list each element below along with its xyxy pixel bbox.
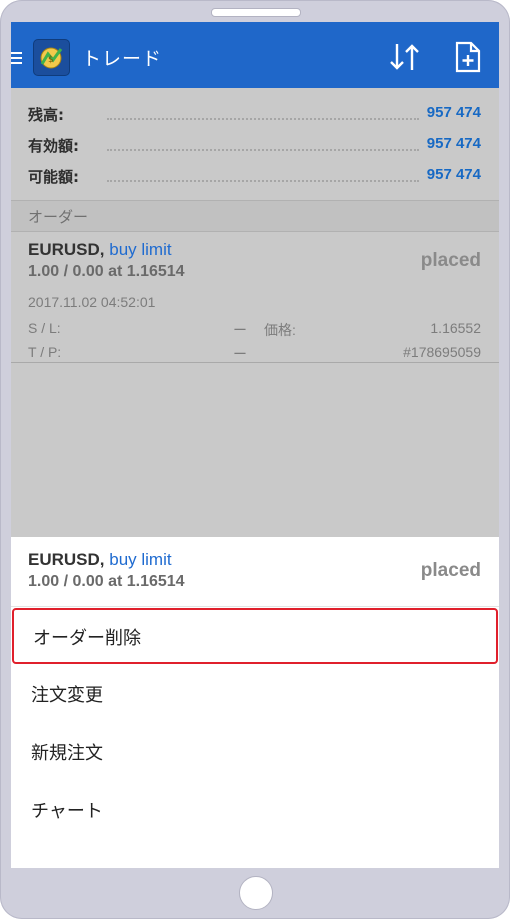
balance-value: 957 474	[426, 104, 481, 121]
menu-item-label: 新規注文	[31, 743, 103, 764]
price-value: 1.16552	[430, 320, 481, 336]
menu-header-status: placed	[420, 560, 481, 581]
free-margin-value: 957 474	[426, 166, 481, 183]
orders-section-header: オーダー	[11, 200, 499, 232]
tp-value: ー	[233, 346, 247, 362]
page-title: トレード	[82, 48, 163, 70]
order-type: buy limit	[109, 240, 172, 259]
dotted-leader	[107, 118, 419, 120]
svg-text:$: $	[48, 55, 54, 65]
menu-header-symbol: EURUSD, buy limit	[28, 550, 172, 570]
screen: $ トレード 残高: 957 474 有効額: 957 474 可能額: 957…	[11, 22, 499, 868]
tp-label: T / P:	[28, 344, 62, 360]
equity-row: 有効額: 957 474	[11, 131, 499, 159]
menu-item-label: 注文変更	[31, 685, 103, 706]
app-toolbar: $ トレード	[11, 22, 499, 88]
order-status: placed	[420, 250, 481, 271]
menu-header-symbol-name: EURUSD,	[28, 550, 105, 569]
free-margin-label: 可能額:	[28, 168, 79, 186]
order-symbol: EURUSD, buy limit	[28, 240, 172, 260]
order-symbol-name: EURUSD,	[28, 240, 105, 259]
menu-item-modify-order[interactable]: 注文変更	[12, 667, 497, 719]
order-time: 2017.11.02 04:52:01	[28, 294, 156, 310]
menu-icon[interactable]	[11, 51, 23, 65]
trade-content: 残高: 957 474 有効額: 957 474 可能額: 957 474 オー…	[11, 88, 499, 537]
order-volume: 1.00 / 0.00 at 1.16514	[28, 263, 185, 280]
menu-item-label: オーダー削除	[33, 628, 141, 649]
sl-label: S / L:	[28, 320, 61, 336]
free-margin-row: 可能額: 957 474	[11, 162, 499, 190]
balance-label: 残高:	[28, 106, 64, 124]
order-ticket: #178695059	[403, 344, 481, 360]
dotted-leader	[107, 180, 419, 182]
dotted-leader	[107, 149, 419, 151]
order-row[interactable]: EURUSD, buy limit 1.00 / 0.00 at 1.16514…	[11, 232, 499, 363]
sort-icon[interactable]	[388, 40, 422, 74]
menu-item-delete-order[interactable]: オーダー削除	[12, 608, 498, 664]
menu-item-label: チャート	[31, 801, 103, 822]
balance-row: 残高: 957 474	[11, 100, 499, 128]
home-button[interactable]	[239, 876, 273, 910]
sl-value: ー	[233, 322, 247, 338]
menu-item-new-order[interactable]: 新規注文	[12, 725, 497, 777]
price-label: 価格:	[264, 322, 296, 338]
menu-divider	[11, 606, 499, 607]
new-document-icon[interactable]	[454, 40, 482, 74]
menu-header-volume: 1.00 / 0.00 at 1.16514	[28, 573, 185, 590]
equity-value: 957 474	[426, 135, 481, 152]
equity-label: 有効額:	[28, 137, 79, 155]
device-frame: $ トレード 残高: 957 474 有効額: 957 474 可能額: 957…	[0, 0, 510, 919]
device-speaker	[211, 8, 301, 17]
menu-item-chart[interactable]: チャート	[12, 783, 497, 835]
order-context-menu: EURUSD, buy limit 1.00 / 0.00 at 1.16514…	[11, 537, 499, 868]
app-logo-icon[interactable]: $	[33, 39, 70, 76]
orders-section-title: オーダー	[28, 208, 89, 226]
menu-header-type: buy limit	[109, 550, 172, 569]
